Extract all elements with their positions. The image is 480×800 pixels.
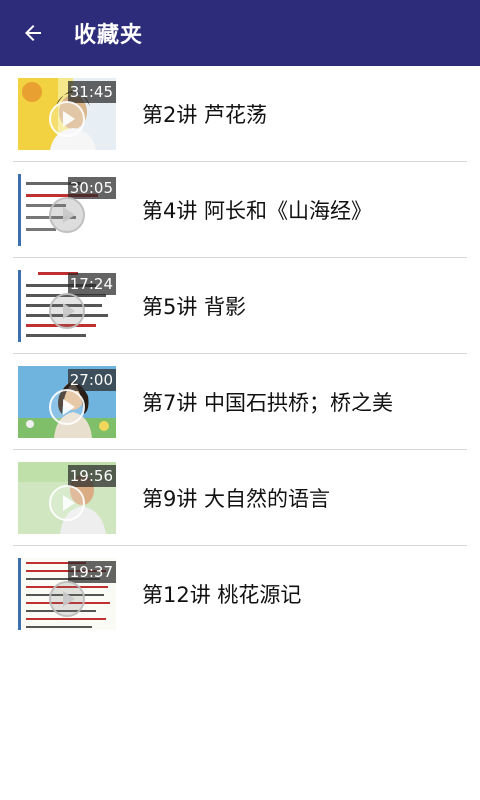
video-thumbnail[interactable]: 30:05 <box>18 174 116 246</box>
play-icon <box>49 101 85 137</box>
list-item[interactable]: 31:45 第2讲 芦花荡 <box>13 66 467 162</box>
play-icon <box>49 389 85 425</box>
page-title: 收藏夹 <box>74 23 144 48</box>
video-thumbnail[interactable]: 27:00 <box>18 366 116 438</box>
favorites-list: 31:45 第2讲 芦花荡 30:05 第4讲 阿长和《山海经》 17:24 第… <box>0 66 480 642</box>
lecture-title: 第12讲 桃花源记 <box>142 583 302 607</box>
video-thumbnail[interactable]: 19:37 <box>18 558 116 630</box>
play-icon <box>49 581 85 617</box>
back-button[interactable] <box>0 0 66 66</box>
play-icon <box>49 197 85 233</box>
list-item[interactable]: 27:00 第7讲 中国石拱桥；桥之美 <box>13 354 467 450</box>
video-thumbnail[interactable]: 17:24 <box>18 270 116 342</box>
list-item[interactable]: 30:05 第4讲 阿长和《山海经》 <box>13 162 467 258</box>
lecture-title: 第7讲 中国石拱桥；桥之美 <box>142 391 394 415</box>
video-thumbnail[interactable]: 31:45 <box>18 78 116 150</box>
play-icon <box>49 293 85 329</box>
lecture-title: 第9讲 大自然的语言 <box>142 487 331 511</box>
app-bar: 收藏夹 <box>0 0 480 66</box>
lecture-title: 第5讲 背影 <box>142 295 247 319</box>
play-icon <box>49 485 85 521</box>
list-item[interactable]: 19:37 第12讲 桃花源记 <box>13 546 467 642</box>
lecture-title: 第2讲 芦花荡 <box>142 103 268 127</box>
list-item[interactable]: 19:56 第9讲 大自然的语言 <box>13 450 467 546</box>
video-thumbnail[interactable]: 19:56 <box>18 462 116 534</box>
arrow-left-icon <box>25 25 41 41</box>
lecture-title: 第4讲 阿长和《山海经》 <box>142 199 373 223</box>
list-item[interactable]: 17:24 第5讲 背影 <box>13 258 467 354</box>
